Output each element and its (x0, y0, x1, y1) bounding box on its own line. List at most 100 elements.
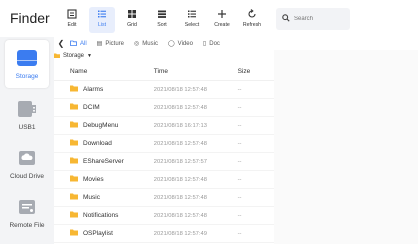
table-row[interactable]: Movies 2021/08/18 12:57:48 -- (54, 171, 274, 189)
select-label: Select (184, 22, 200, 28)
file-name: DCIM (83, 104, 100, 111)
file-name-cell: OSPlaylist (54, 229, 154, 238)
filter-label: Doc (209, 40, 220, 47)
file-time: 2021/08/18 12:57:48 (153, 104, 207, 111)
file-time: 2021/08/18 16:17:13 (153, 122, 207, 129)
file-size: -- (237, 104, 242, 111)
file-time: 2021/08/18 12:57:49 (153, 230, 207, 237)
search-box[interactable] (276, 8, 350, 30)
column-name[interactable]: Name (54, 68, 154, 75)
filter-video[interactable]: ◯ Video (168, 40, 193, 48)
sidebar-item-usb1[interactable]: USB1 (5, 91, 49, 139)
folder-icon (70, 157, 78, 166)
file-name-cell: Alarms (54, 85, 154, 94)
file-name-cell: DCIM (54, 103, 154, 112)
grid-button[interactable]: Grid (119, 7, 145, 33)
file-size: -- (237, 212, 242, 219)
toolbar: Edit List Grid Sort Select Create Refres… (59, 7, 269, 33)
list-button[interactable]: List (89, 7, 115, 33)
filter-music[interactable]: ◎ Music (134, 40, 158, 48)
file-size: -- (237, 140, 242, 147)
list-label: List (97, 22, 107, 28)
grid-label: Grid (127, 22, 137, 28)
remote-file-icon (17, 197, 37, 217)
file-size: -- (237, 230, 242, 237)
create-button[interactable]: Create (209, 7, 235, 33)
folder-icon (70, 103, 78, 112)
file-name: Music (83, 194, 100, 201)
table-row[interactable]: DebugMenu 2021/08/18 16:17:13 -- (54, 117, 274, 135)
file-name-cell: Music (54, 193, 154, 202)
search-input[interactable] (294, 16, 344, 22)
file-time: 2021/08/18 12:57:48 (153, 176, 207, 183)
table-row[interactable]: Music 2021/08/18 12:57:48 -- (54, 189, 274, 207)
file-size: -- (237, 158, 242, 165)
refresh-icon (247, 7, 257, 21)
breadcrumb[interactable]: Storage ▼ (54, 51, 92, 61)
folder-icon (54, 53, 60, 60)
sort-label: Sort (157, 22, 167, 28)
grid-icon (127, 7, 137, 21)
folder-icon (70, 121, 78, 130)
sort-button[interactable]: Sort (149, 7, 175, 33)
storage-icon (16, 48, 38, 68)
main-panel: ❮ All ▤ Picture ◎ Music ◯ Video ▯ Doc St… (54, 37, 418, 244)
column-time[interactable]: Time (154, 68, 238, 75)
filter-all[interactable]: All (70, 40, 87, 48)
sidebar-item-remote-file[interactable]: Remote File (5, 189, 49, 237)
back-icon[interactable]: ❮ (54, 39, 68, 48)
sidebar-item-label: Remote File (9, 222, 45, 229)
file-name: Download (83, 140, 112, 147)
filter-bar: ❮ All ▤ Picture ◎ Music ◯ Video ▯ Doc (54, 37, 230, 50)
edit-button[interactable]: Edit (59, 7, 85, 33)
folder-icon (70, 193, 78, 202)
usb-drive-icon (17, 99, 37, 119)
refresh-button[interactable]: Refresh (239, 7, 265, 33)
select-icon (187, 7, 197, 21)
sidebar-item-cloud-drive[interactable]: Cloud Drive (5, 140, 49, 188)
table-row[interactable]: EShareServer 2021/08/18 12:57:57 -- (54, 153, 274, 171)
column-size[interactable]: Size (238, 68, 274, 75)
create-label: Create (214, 22, 230, 28)
file-time: 2021/08/18 12:57:48 (153, 86, 207, 93)
filter-picture[interactable]: ▤ Picture (96, 40, 124, 48)
edit-icon (67, 7, 77, 21)
sidebar-item-label: USB1 (18, 124, 36, 131)
file-time: 2021/08/18 12:57:57 (153, 158, 207, 165)
folder-icon (70, 229, 78, 238)
file-name: EShareServer (83, 158, 124, 165)
file-name: DebugMenu (83, 122, 119, 129)
filter-label: Music (142, 40, 158, 47)
file-name-cell: DebugMenu (54, 121, 154, 130)
table-row[interactable]: Download 2021/08/18 12:57:48 -- (54, 135, 274, 153)
all-icon (70, 40, 77, 48)
file-name: Alarms (83, 86, 104, 93)
file-name-cell: Notifications (54, 211, 154, 220)
sidebar-item-storage[interactable]: Storage (5, 40, 49, 88)
table-row[interactable]: Notifications 2021/08/18 12:57:48 -- (54, 207, 274, 225)
table-row[interactable]: Alarms 2021/08/18 12:57:48 -- (54, 81, 274, 99)
cloud-drive-icon (17, 148, 37, 168)
file-name: OSPlaylist (83, 230, 113, 237)
top-bar: Finder Edit List Grid Sort Select Create… (0, 0, 418, 37)
file-name-cell: Movies (54, 175, 154, 184)
plus-icon (217, 7, 227, 21)
folder-icon (70, 85, 78, 94)
file-size: -- (237, 122, 242, 129)
file-name: Notifications (83, 212, 119, 219)
select-button[interactable]: Select (179, 7, 205, 33)
file-time: 2021/08/18 12:57:48 (153, 212, 207, 219)
sidebar: Storage USB1 Cloud Drive Remote File (0, 37, 54, 244)
doc-icon: ▯ (202, 41, 207, 47)
detail-pane (274, 50, 418, 244)
filter-label: Video (177, 40, 193, 47)
picture-icon: ▤ (96, 41, 103, 47)
filter-label: All (80, 40, 87, 47)
table-header: Name Time Size (54, 63, 274, 81)
filter-doc[interactable]: ▯ Doc (202, 40, 220, 48)
folder-icon (70, 211, 78, 220)
table-row[interactable]: DCIM 2021/08/18 12:57:48 -- (54, 99, 274, 117)
breadcrumb-label: Storage (63, 53, 85, 59)
edit-label: Edit (67, 22, 77, 28)
table-row[interactable]: OSPlaylist 2021/08/18 12:57:49 -- (54, 225, 274, 243)
